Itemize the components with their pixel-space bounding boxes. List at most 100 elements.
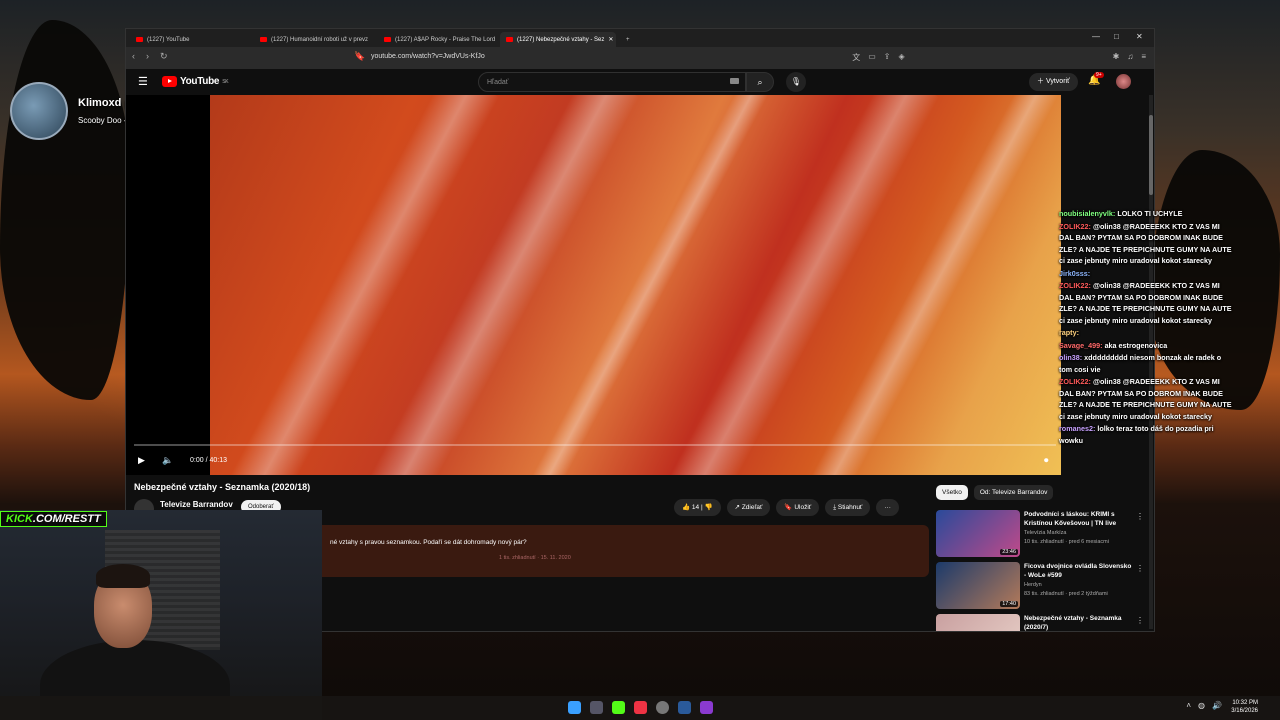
microphone-icon: 🎙 bbox=[790, 77, 802, 86]
recommendation-title[interactable]: Nebezpečné vztahy - Seznamka (2020/7) bbox=[1024, 614, 1134, 631]
youtube-logo[interactable]: YouTube SK bbox=[162, 76, 229, 87]
url-field[interactable]: youtube.com/watch?v=JwdVUs-KfJo bbox=[371, 53, 485, 60]
save-label: Uložiť bbox=[794, 504, 812, 511]
chip-all[interactable]: Všetko bbox=[936, 485, 968, 500]
reload-icon[interactable]: ↻ bbox=[160, 51, 168, 62]
translate-icon[interactable]: 文 bbox=[852, 52, 860, 63]
recommendation-thumbnail[interactable] bbox=[936, 614, 1020, 631]
logo-region: SK bbox=[222, 78, 229, 85]
save-button[interactable]: 🔖 Uložiť bbox=[776, 499, 820, 516]
download-label: Stiahnuť bbox=[837, 504, 863, 511]
tab-label: (1227) Humanoidní roboti už v prevz bbox=[271, 36, 369, 43]
youtube-play-icon bbox=[162, 76, 177, 87]
recommendation-item[interactable]: 17:40 Ficova dvojnice ovládla Slovensko … bbox=[936, 562, 1146, 610]
chat-message: noubisialenyvlk: LOLKO TI UCHYLE bbox=[1059, 208, 1234, 220]
autoplay-toggle[interactable]: ⏺ bbox=[1044, 455, 1049, 466]
obs-icon[interactable] bbox=[656, 701, 669, 714]
notification-badge: 9+ bbox=[1094, 72, 1104, 78]
keyboard-icon[interactable] bbox=[730, 78, 739, 84]
voice-search-button[interactable]: 🎙 bbox=[786, 72, 806, 92]
share-button[interactable]: ↗ Zdieľať bbox=[726, 499, 771, 516]
tab-asap-rocky[interactable]: (1227) A$AP Rocky - Praise The Lord bbox=[378, 32, 498, 47]
search-input[interactable]: Hľadať bbox=[478, 72, 746, 92]
play-icon[interactable]: ▶ bbox=[138, 455, 145, 466]
youtube-favicon-icon bbox=[506, 37, 513, 42]
media-icon[interactable]: ♫ bbox=[1127, 52, 1133, 63]
video-duration: 17:40 bbox=[1000, 601, 1018, 607]
recommendation-thumbnail[interactable]: 23:46 bbox=[936, 510, 1020, 557]
chevron-up-icon[interactable]: ˄ bbox=[1186, 701, 1191, 710]
more-options-icon[interactable]: ⋮ bbox=[1136, 564, 1144, 573]
new-tab-button[interactable]: + bbox=[620, 32, 634, 47]
palm-silhouette-left bbox=[0, 20, 130, 400]
chat-message: ZOLIK22: @olin38 @RADEEEKK KTO Z VAS MI … bbox=[1059, 376, 1234, 422]
windows-start-icon[interactable] bbox=[568, 701, 581, 714]
close-window-icon[interactable]: ✕ bbox=[1136, 32, 1143, 41]
recommendation-title[interactable]: Ficova dvojnice ovládla Slovensko - WoLe… bbox=[1024, 562, 1134, 580]
cast-icon[interactable]: ▭ bbox=[868, 52, 876, 63]
extensions-icon[interactable]: ✱ bbox=[1113, 52, 1120, 63]
xbox-icon[interactable] bbox=[590, 701, 603, 714]
back-icon[interactable]: ‹ bbox=[132, 51, 135, 61]
network-icon[interactable]: ◍ bbox=[1198, 701, 1205, 710]
video-frame[interactable] bbox=[210, 95, 1061, 475]
more-options-icon[interactable]: ⋮ bbox=[1136, 616, 1144, 625]
menu-icon[interactable]: ≡ bbox=[1141, 52, 1146, 63]
recommendation-item[interactable]: Nebezpečné vztahy - Seznamka (2020/7) ⋮ bbox=[936, 614, 1146, 631]
progress-bar[interactable] bbox=[134, 444, 1056, 446]
clock-date: 3/16/2026 bbox=[1231, 708, 1258, 714]
tab-humanoid-robots[interactable]: (1227) Humanoidní roboti už v prevz bbox=[254, 32, 374, 47]
account-avatar[interactable] bbox=[1116, 74, 1131, 89]
kick-app-icon[interactable] bbox=[612, 701, 625, 714]
chat-text: LOLKO TI UCHYLE bbox=[1117, 209, 1183, 218]
chat-text: xddddddddd niesom bonzak ale radek o tom… bbox=[1059, 353, 1222, 374]
tab-label: (1227) A$AP Rocky - Praise The Lord bbox=[395, 36, 496, 43]
recommendation-title[interactable]: Podvodníci s láskou: KRIMI s Kristínou K… bbox=[1024, 510, 1134, 528]
maximize-icon[interactable]: □ bbox=[1114, 32, 1119, 41]
tab-youtube-home[interactable]: (1227) YouTube bbox=[130, 32, 250, 47]
more-actions-button[interactable]: ··· bbox=[876, 499, 899, 516]
search-button[interactable]: ⌕ bbox=[746, 72, 774, 92]
youtube-favicon-icon bbox=[260, 37, 267, 42]
like-button[interactable]: 👍 14 | 👎 bbox=[674, 499, 721, 516]
twitch-icon[interactable] bbox=[700, 701, 713, 714]
channel-name[interactable]: Televize Barrandov bbox=[160, 500, 233, 509]
create-button[interactable]: ＋ Vytvoriť bbox=[1029, 73, 1078, 91]
chat-username: ZOLIK22: bbox=[1059, 221, 1091, 231]
hamburger-menu-icon[interactable]: ☰ bbox=[138, 75, 148, 88]
recommendation-channel[interactable]: Televízia Markíza bbox=[1024, 530, 1067, 536]
forward-icon[interactable]: › bbox=[146, 51, 149, 61]
download-button[interactable]: ⤓ Stiahnuť bbox=[825, 499, 871, 516]
chat-username: romanes2: bbox=[1059, 424, 1096, 433]
recommendation-chips: Všetko Od: Televize Barrandov bbox=[936, 485, 1054, 500]
save-icon: 🔖 bbox=[784, 504, 793, 511]
description-meta: 1 tis. zhliadnutí · 15. 11. 2020 bbox=[499, 555, 571, 561]
chip-from-channel[interactable]: Od: Televize Barrandov bbox=[973, 485, 1054, 500]
chat-username: ZOLIK22: bbox=[1059, 377, 1091, 386]
taskbar-clock[interactable]: 10:32 PM 3/16/2026 bbox=[1231, 699, 1258, 715]
steam-icon[interactable] bbox=[678, 701, 691, 714]
tab-label: (1227) YouTube bbox=[147, 36, 190, 43]
tab-nebezpecne-vztahy[interactable]: (1227) Nebezpečné vztahy - Sez ✕ bbox=[500, 32, 616, 47]
bookmark-icon[interactable]: 🔖 bbox=[354, 51, 365, 62]
recommendation-item[interactable]: 23:46 Podvodníci s láskou: KRIMI s Krist… bbox=[936, 510, 1146, 558]
share-icon[interactable]: ⇪ bbox=[884, 52, 891, 63]
minimize-icon[interactable]: — bbox=[1092, 32, 1100, 41]
create-label: Vytvoriť bbox=[1045, 78, 1070, 85]
video-title: Nebezpečné vztahy - Seznamka (2020/18) bbox=[134, 482, 311, 492]
clock-time: 10:32 PM bbox=[1232, 700, 1258, 706]
volume-tray-icon[interactable]: 🔊 bbox=[1212, 701, 1222, 710]
video-player[interactable]: ▶ 🔈 0:00 / 40:13 ⏺ bbox=[126, 95, 1061, 475]
shield-icon[interactable]: ◈ bbox=[898, 52, 904, 63]
chat-message: Savage_499: aka estrogenovica bbox=[1059, 340, 1234, 352]
recommendation-thumbnail[interactable]: 17:40 bbox=[936, 562, 1020, 609]
thumbs-up-icon: 👍 bbox=[682, 504, 691, 511]
scrollbar-thumb[interactable] bbox=[1149, 115, 1153, 195]
close-tab-icon[interactable]: ✕ bbox=[608, 36, 613, 43]
volume-icon[interactable]: 🔈 bbox=[162, 455, 173, 466]
more-options-icon[interactable]: ⋮ bbox=[1136, 512, 1144, 521]
recommendation-channel[interactable]: Herdyn bbox=[1024, 582, 1042, 588]
brave-browser-icon[interactable] bbox=[634, 701, 647, 714]
chat-message: olin38: xddddddddd niesom bonzak ale rad… bbox=[1059, 352, 1234, 375]
thumbs-down-icon[interactable]: 👎 bbox=[704, 504, 712, 511]
